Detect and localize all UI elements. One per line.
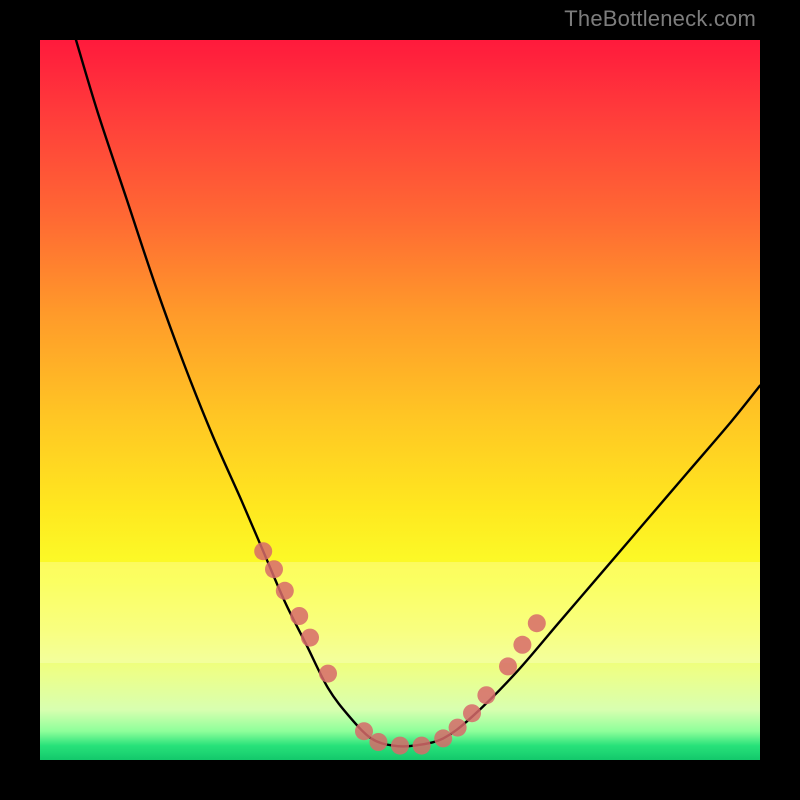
highlight-dot xyxy=(290,607,308,625)
highlight-dot xyxy=(369,733,387,751)
highlight-dot xyxy=(254,542,272,560)
highlight-dot xyxy=(355,722,373,740)
highlight-dot xyxy=(413,737,431,755)
highlight-dot xyxy=(463,704,481,722)
chart-svg xyxy=(40,40,760,760)
highlight-dots-group xyxy=(254,542,546,754)
highlight-dot xyxy=(265,560,283,578)
attribution-text: TheBottleneck.com xyxy=(564,6,756,32)
highlight-dot xyxy=(391,737,409,755)
bottleneck-curve xyxy=(76,40,760,747)
highlight-dot xyxy=(319,665,337,683)
highlight-dot xyxy=(276,582,294,600)
highlight-dot xyxy=(449,719,467,737)
highlight-dot xyxy=(528,614,546,632)
plot-area xyxy=(40,40,760,760)
highlight-dot xyxy=(477,686,495,704)
highlight-dot xyxy=(301,629,319,647)
chart-frame: TheBottleneck.com xyxy=(0,0,800,800)
highlight-dot xyxy=(513,636,531,654)
highlight-dot xyxy=(434,729,452,747)
highlight-dot xyxy=(499,657,517,675)
